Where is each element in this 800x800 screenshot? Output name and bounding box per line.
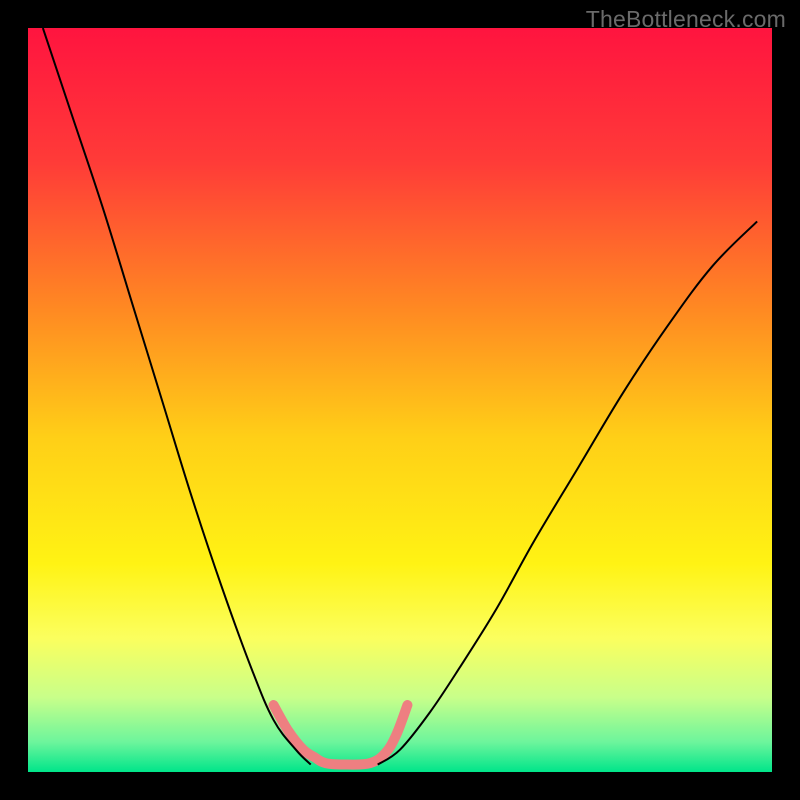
series-left-branch-curve [43, 28, 311, 765]
series-right-branch-curve [378, 221, 757, 764]
chart-curves-layer [28, 28, 772, 772]
series-valley-floor-highlight [274, 705, 408, 765]
chart-plot-area [28, 28, 772, 772]
watermark-text: TheBottleneck.com [586, 6, 786, 33]
